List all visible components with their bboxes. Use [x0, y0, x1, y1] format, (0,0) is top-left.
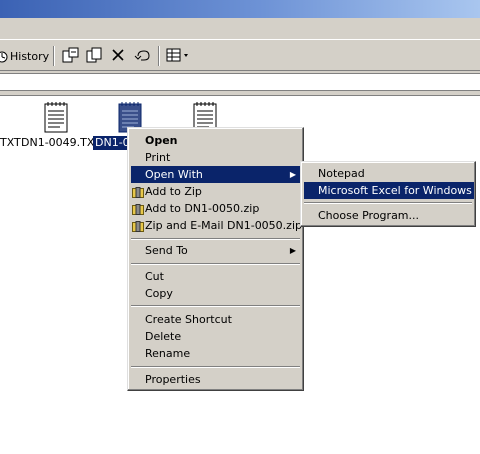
menu-separator [131, 263, 300, 265]
delete-button[interactable] [110, 46, 126, 66]
menu-separator [131, 366, 300, 368]
menu-item-cut-label: Cut [145, 270, 164, 283]
menu-item-print-label: Print [145, 151, 171, 164]
submenu-arrow-icon: ▶ [289, 246, 296, 255]
move-to-button[interactable] [62, 46, 80, 66]
menu-item-add-to-zip[interactable]: Add to Zip [131, 183, 302, 200]
undo-icon [134, 47, 152, 66]
menu-separator [131, 305, 300, 307]
undo-button[interactable] [134, 46, 152, 66]
copy-to-button[interactable] [86, 46, 104, 66]
history-label: History [10, 49, 50, 63]
menu-item-rename[interactable]: Rename [131, 345, 302, 362]
history-icon [0, 49, 9, 63]
winzip-icon [132, 186, 144, 198]
menu-item-cut[interactable]: Cut [131, 268, 302, 285]
menu-item-open-with[interactable]: Open With ▶ [131, 166, 302, 183]
toolbar-separator [53, 46, 55, 66]
menu-item-send-to[interactable]: Send To ▶ [131, 242, 302, 259]
winzip-icon [132, 203, 144, 215]
menu-item-copy-label: Copy [145, 287, 173, 300]
menu-item-send-to-label: Send To [145, 244, 188, 257]
views-button[interactable] [166, 46, 190, 66]
menu-item-add-to-zip-label: Add to Zip [145, 185, 202, 198]
context-menu: Open Print Open With ▶ Add to Zip Add to… [127, 127, 304, 391]
file-label[interactable]: TXT [0, 136, 21, 150]
menu-bar [0, 18, 480, 40]
window-title-bar [0, 0, 480, 18]
open-with-submenu: Notepad Microsoft Excel for Windows Choo… [300, 161, 476, 227]
address-field[interactable] [0, 73, 480, 91]
menu-item-properties-label: Properties [145, 373, 201, 386]
menu-item-add-to-named-zip-label: Add to DN1-0050.zip [145, 202, 260, 215]
toolbar: History [0, 40, 480, 71]
file-label[interactable]: DN1-0049.TXT [21, 136, 101, 150]
history-button[interactable]: History [0, 46, 49, 66]
menu-item-create-shortcut[interactable]: Create Shortcut [131, 311, 302, 328]
menu-item-delete[interactable]: Delete [131, 328, 302, 345]
menu-item-zip-and-email[interactable]: Zip and E-Mail DN1-0050.zip [131, 217, 302, 234]
winzip-icon [132, 220, 144, 232]
submenu-item-choose-program[interactable]: Choose Program... [304, 207, 474, 224]
menu-item-delete-label: Delete [145, 330, 182, 343]
submenu-item-excel[interactable]: Microsoft Excel for Windows [304, 182, 474, 199]
submenu-item-notepad[interactable]: Notepad [304, 165, 474, 182]
menu-item-rename-label: Rename [145, 347, 191, 360]
submenu-item-excel-label: Microsoft Excel for Windows [318, 184, 472, 197]
menu-item-open-label: Open [145, 134, 178, 147]
address-bar [0, 71, 480, 96]
move-to-icon [62, 47, 80, 66]
menu-item-add-to-named-zip[interactable]: Add to DN1-0050.zip [131, 200, 302, 217]
menu-item-create-shortcut-label: Create Shortcut [145, 313, 232, 326]
menu-item-copy[interactable]: Copy [131, 285, 302, 302]
menu-item-zip-and-email-label: Zip and E-Mail DN1-0050.zip [145, 219, 302, 232]
toolbar-separator [158, 46, 160, 66]
text-file-icon[interactable] [43, 101, 69, 133]
submenu-item-notepad-label: Notepad [318, 167, 365, 180]
menu-item-properties[interactable]: Properties [131, 371, 302, 388]
menu-item-open-with-label: Open With [145, 168, 203, 181]
file-label-selected[interactable]: DN1-0 [93, 136, 132, 150]
submenu-arrow-icon: ▶ [289, 170, 296, 179]
menu-separator [131, 238, 300, 240]
submenu-item-choose-program-label: Choose Program... [318, 209, 420, 222]
menu-separator [304, 202, 472, 204]
copy-to-icon [86, 47, 104, 66]
menu-item-print[interactable]: Print [131, 149, 302, 166]
views-icon [166, 47, 190, 66]
delete-x-icon [110, 47, 126, 66]
menu-item-open[interactable]: Open [131, 132, 302, 149]
